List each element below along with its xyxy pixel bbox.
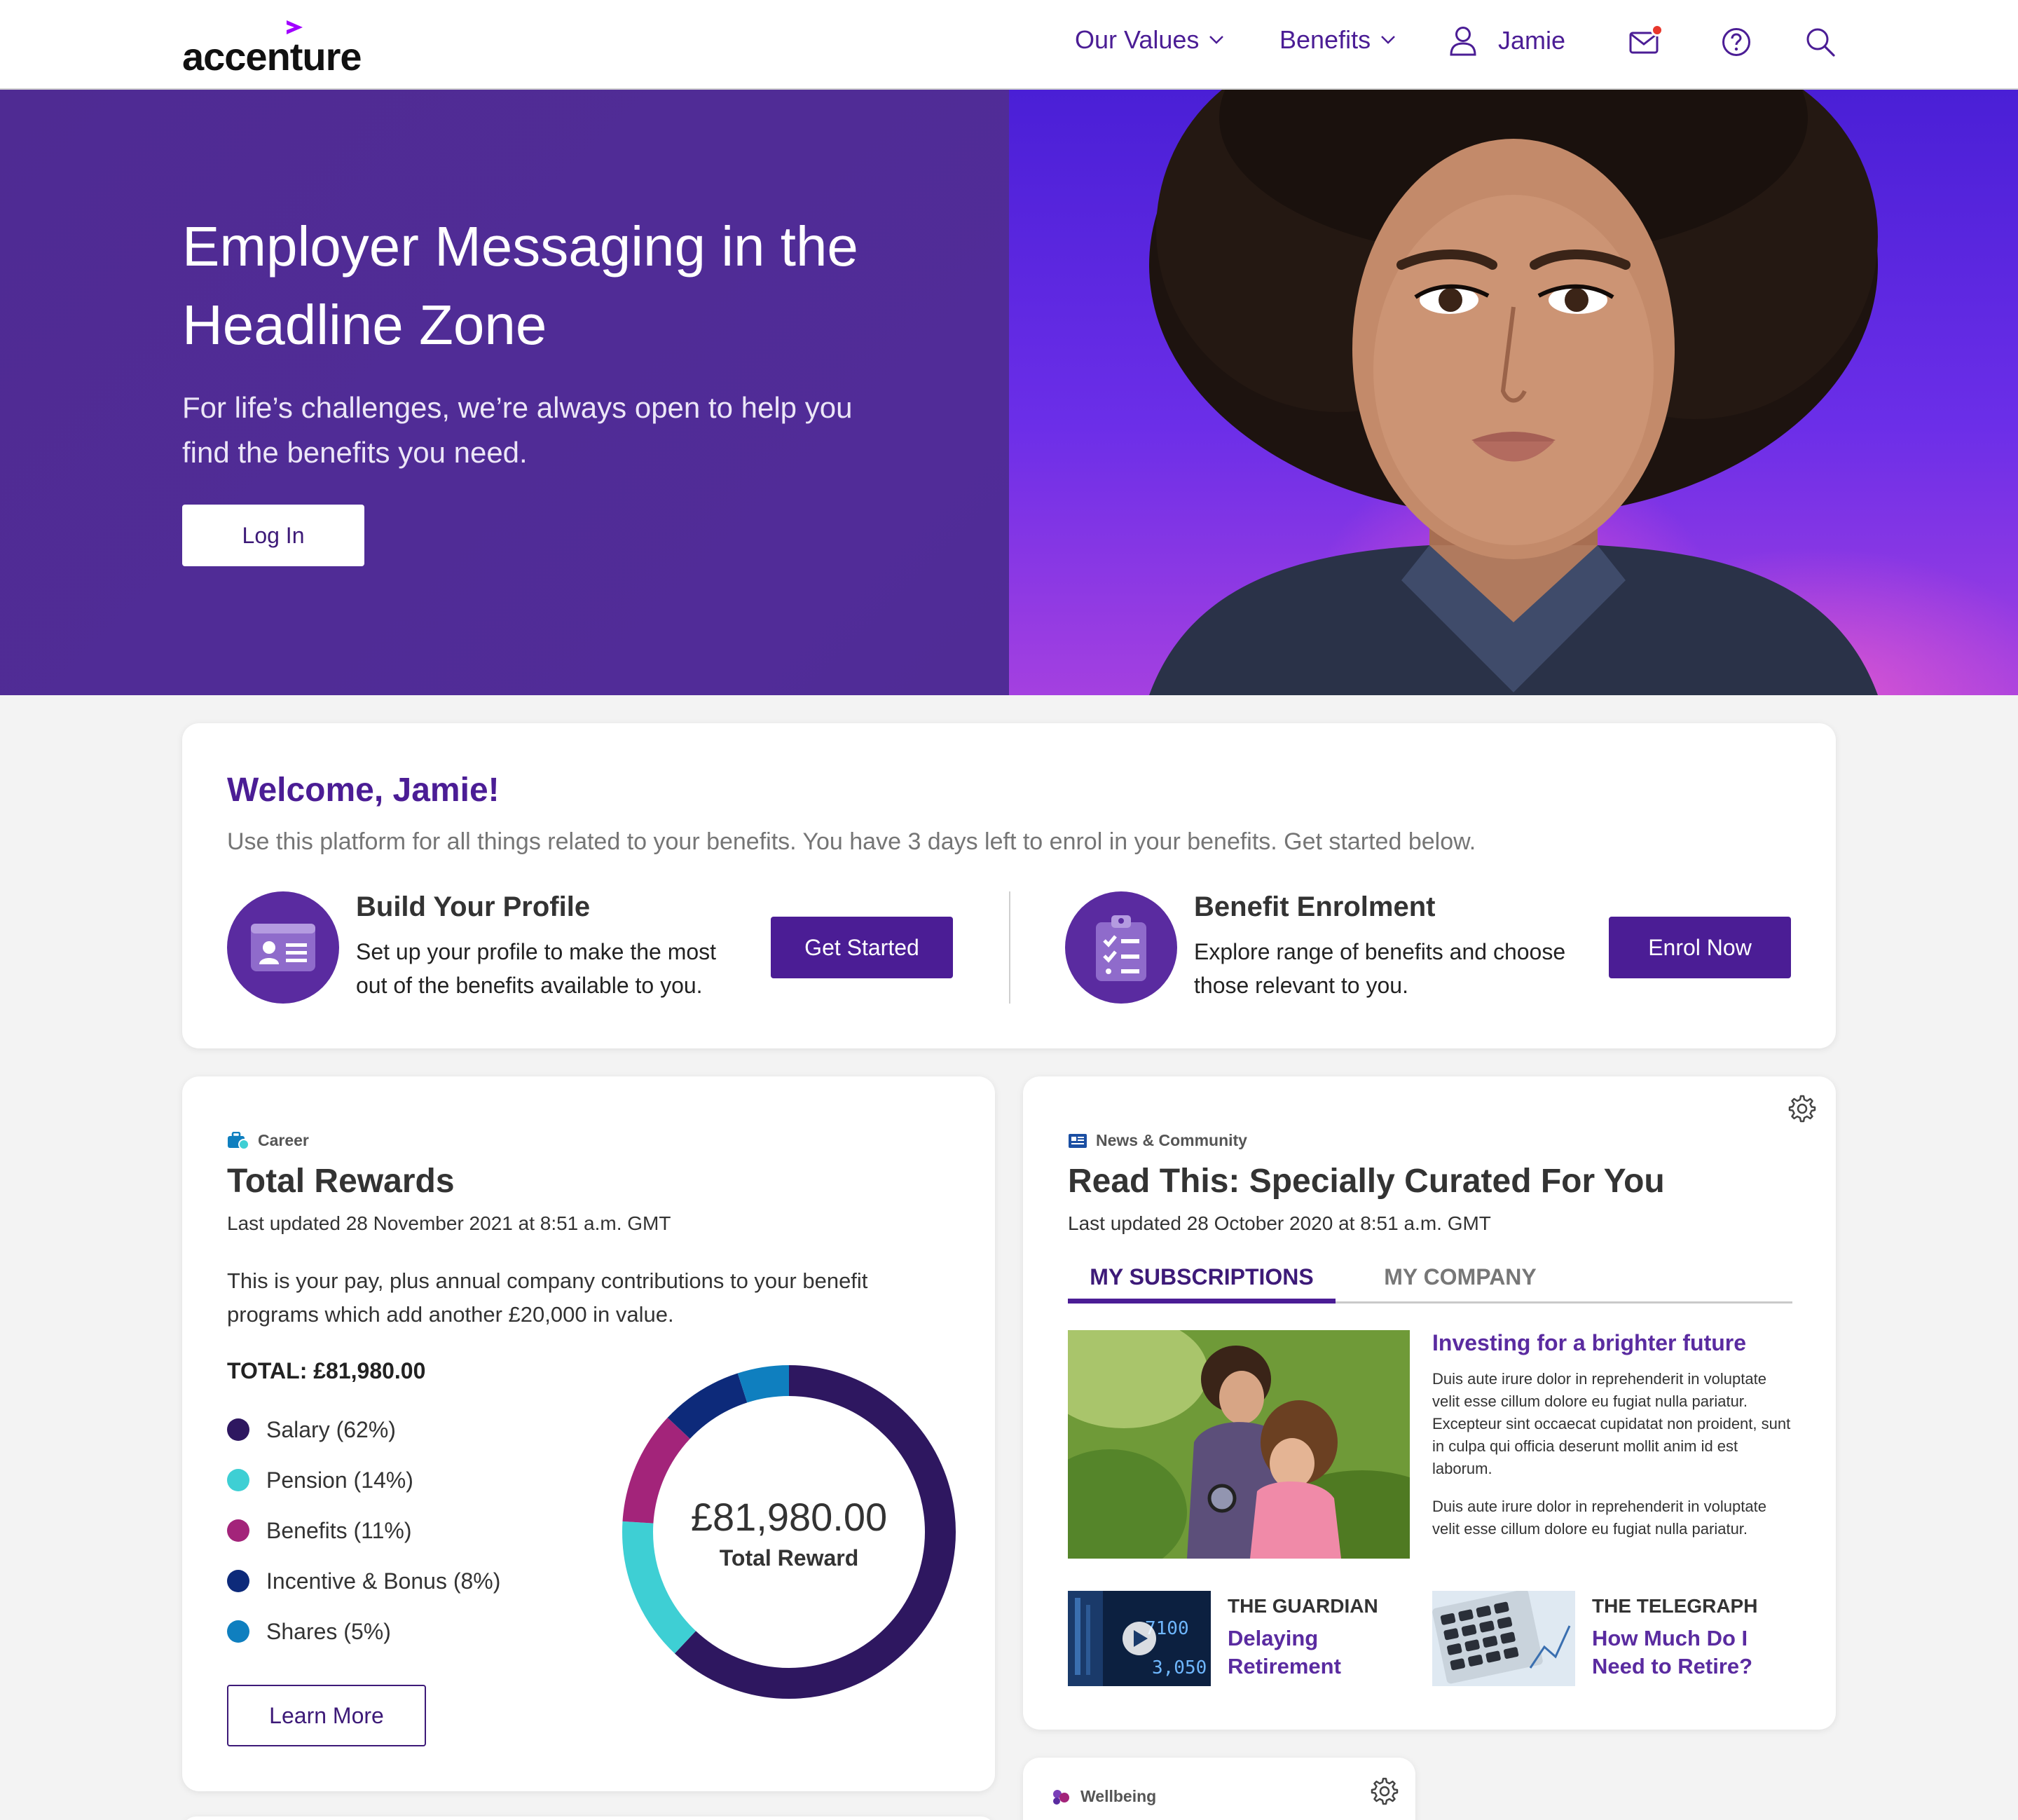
- legend-swatch: [227, 1570, 249, 1592]
- newspaper-icon: [1069, 1133, 1087, 1148]
- legend-swatch: [227, 1620, 249, 1643]
- build-profile-title: Build Your Profile: [356, 891, 591, 922]
- search-icon: [1806, 28, 1835, 57]
- benefit-enrolment-title: Benefit Enrolment: [1194, 891, 1436, 922]
- welcome-text: Use this platform for all things related…: [227, 828, 1476, 855]
- legend-label: Shares (5%): [266, 1618, 391, 1644]
- legend-swatch: [227, 1418, 249, 1441]
- donut-center-value: £81,980.00: [691, 1495, 887, 1539]
- rewards-total: TOTAL: £81,980.00: [227, 1358, 426, 1383]
- rewards-legend: Salary (62%) Pension (14%) Benefits (11%…: [227, 1404, 500, 1657]
- feature-article-image[interactable]: [1068, 1330, 1410, 1559]
- search-button[interactable]: [1805, 27, 1839, 60]
- news-category-label: News & Community: [1096, 1131, 1247, 1149]
- rewards-last-updated: Last updated 28 November 2021 at 8:51 a.…: [227, 1212, 671, 1234]
- guardian-article-title[interactable]: Delaying Retirement: [1228, 1624, 1410, 1681]
- news-title: Read This: Specially Curated For You: [1068, 1163, 1665, 1200]
- logo-wordmark: accenture: [182, 34, 362, 78]
- news-tabs: MY SUBSCRIPTIONS MY COMPANY: [1068, 1256, 1792, 1304]
- learn-more-button[interactable]: Learn More: [227, 1685, 426, 1746]
- chevron-down-icon: [1209, 36, 1224, 44]
- total-reward-donut-chart: £81,980.00 Total Reward: [614, 1357, 964, 1707]
- get-started-button[interactable]: Get Started: [771, 917, 953, 978]
- feature-article-paragraph: Duis aute irure dolor in reprehenderit i…: [1432, 1370, 1791, 1477]
- profile-card-icon: [227, 891, 339, 1004]
- donut-center-label: Total Reward: [720, 1545, 859, 1571]
- wellbeing-category-label: Wellbeing: [1080, 1787, 1157, 1805]
- login-button[interactable]: Log In: [182, 505, 364, 566]
- nav-benefits[interactable]: Benefits: [1279, 25, 1396, 55]
- feature-article-paragraph: Duis aute irure dolor in reprehenderit i…: [1432, 1498, 1766, 1538]
- gear-icon[interactable]: [1787, 1093, 1818, 1124]
- portrait-illustration: [1149, 90, 1878, 695]
- svg-text:3,050: 3,050: [1152, 1657, 1207, 1678]
- rewards-intro: This is your pay, plus annual company co…: [227, 1268, 868, 1327]
- total-rewards-title: Total Rewards: [227, 1163, 455, 1200]
- legend-label: Benefits (11%): [266, 1517, 412, 1543]
- tab-my-company[interactable]: MY COMPANY: [1355, 1256, 1565, 1304]
- benefit-enrolment-text: Explore range of benefits and choose tho…: [1194, 939, 1566, 998]
- gear-icon[interactable]: [1369, 1776, 1400, 1807]
- telegraph-source: THE TELEGRAPH: [1592, 1595, 1758, 1617]
- calculator-illustration: [1432, 1591, 1575, 1686]
- legend-item: Pension (14%): [227, 1455, 500, 1505]
- wellbeing-category: Wellbeing: [1051, 1787, 1156, 1806]
- guardian-article-thumbnail[interactable]: 7100 3,050: [1068, 1591, 1211, 1686]
- welcome-title: Welcome, Jamie!: [227, 772, 500, 809]
- user-name: Jamie: [1498, 26, 1566, 55]
- nav-benefits-label: Benefits: [1279, 25, 1371, 54]
- clipboard-checklist-icon: [1096, 915, 1146, 981]
- guardian-source: THE GUARDIAN: [1228, 1595, 1378, 1617]
- legend-swatch: [227, 1519, 249, 1542]
- messages-button[interactable]: [1628, 24, 1663, 60]
- legend-label: Salary (62%): [266, 1416, 396, 1442]
- notification-dot: [1651, 24, 1663, 36]
- wellbeing-card: Wellbeing: [1023, 1758, 1415, 1820]
- nav-our-values-label: Our Values: [1075, 25, 1200, 54]
- steps-divider: [1009, 891, 1010, 1004]
- legend-item: Salary (62%): [227, 1404, 500, 1455]
- user-profile-menu[interactable]: Jamie: [1449, 25, 1565, 56]
- news-community-card: News & Community Read This: Specially Cu…: [1023, 1076, 1836, 1730]
- career-category-label: Career: [258, 1131, 309, 1149]
- build-profile-text: Set up your profile to make the most out…: [356, 939, 717, 998]
- chevron-down-icon: [1381, 36, 1395, 44]
- legend-swatch: [227, 1469, 249, 1491]
- legend-label: Pension (14%): [266, 1467, 413, 1493]
- hero-subtitle: For life’s challenges, we’re always open…: [182, 391, 853, 469]
- accenture-logo[interactable]: accenture: [182, 18, 392, 78]
- legend-label: Incentive & Bonus (8%): [266, 1568, 501, 1594]
- enrol-now-button[interactable]: Enrol Now: [1609, 917, 1791, 978]
- legend-item: Incentive & Bonus (8%): [227, 1556, 500, 1606]
- help-button[interactable]: [1721, 27, 1755, 60]
- telegraph-article-title[interactable]: How Much Do I Need to Retire?: [1592, 1624, 1774, 1681]
- next-card-partial: [182, 1816, 995, 1820]
- hero-portrait-image: [1009, 90, 2018, 695]
- welcome-card: Welcome, Jamie! Use this platform for al…: [182, 723, 1836, 1048]
- stock-board-illustration: 7100 3,050: [1068, 1591, 1211, 1686]
- user-icon: [1450, 27, 1476, 56]
- donut-svg: £81,980.00 Total Reward: [622, 1365, 956, 1699]
- telegraph-article-thumbnail[interactable]: [1432, 1591, 1575, 1686]
- feature-photo-illustration: [1068, 1330, 1410, 1559]
- enrolment-card-icon: [1065, 891, 1177, 1004]
- total-rewards-card: Career Total Rewards Last updated 28 Nov…: [182, 1076, 995, 1791]
- briefcase-icon: [228, 1131, 249, 1150]
- id-card-icon: [251, 924, 315, 971]
- legend-item: Shares (5%): [227, 1606, 500, 1657]
- tab-my-subscriptions[interactable]: MY SUBSCRIPTIONS: [1068, 1256, 1336, 1304]
- news-last-updated: Last updated 28 October 2020 at 8:51 a.m…: [1068, 1212, 1491, 1234]
- question-circle-icon: [1722, 28, 1750, 56]
- news-category: News & Community: [1068, 1131, 1247, 1150]
- hero-title: Employer Messaging in the Headline Zone: [182, 215, 858, 356]
- legend-item: Benefits (11%): [227, 1505, 500, 1556]
- top-navigation-bar: accenture Our Values Benefits Jamie: [0, 0, 2018, 90]
- wellbeing-leaf-icon: [1053, 1789, 1069, 1805]
- nav-our-values[interactable]: Our Values: [1075, 25, 1224, 55]
- feature-article-title[interactable]: Investing for a brighter future: [1432, 1330, 1746, 1356]
- hero-banner: Employer Messaging in the Headline Zone …: [0, 90, 2018, 695]
- career-category: Career: [227, 1131, 309, 1150]
